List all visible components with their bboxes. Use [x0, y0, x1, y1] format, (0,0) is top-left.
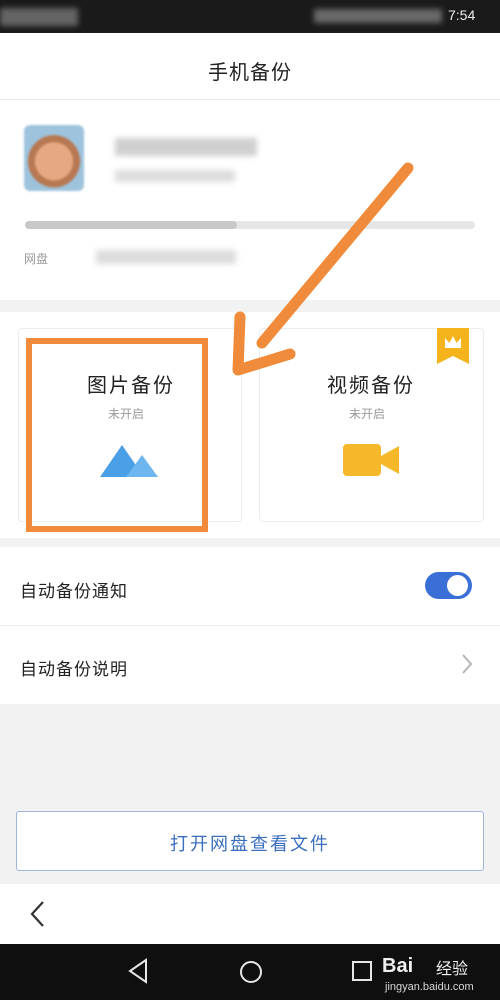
system-recents-icon[interactable] [351, 960, 373, 982]
status-icons-blurred [314, 9, 442, 23]
page-title: 手机备份 [208, 60, 292, 84]
video-backup-title: 视频备份 [327, 373, 415, 397]
status-time: 7:54 [448, 7, 476, 23]
storage-quota-label: 网盘 [24, 252, 49, 266]
system-home-icon[interactable] [238, 959, 264, 985]
open-netdisk-button-label: 打开网盘查看文件 [170, 834, 330, 855]
storage-quota-fill [25, 221, 237, 229]
watermark-url: jingyan.baidu.com [385, 981, 474, 993]
back-arrow-icon[interactable] [26, 900, 50, 928]
video-backup-status: 未开启 [349, 407, 386, 421]
avatar [24, 125, 84, 191]
chevron-right-icon [462, 654, 473, 674]
auto-backup-notify-label: 自动备份通知 [20, 582, 128, 602]
account-subinfo-blurred [115, 170, 235, 182]
watermark-brand: Bai [382, 955, 414, 977]
toggle-knob [447, 575, 468, 596]
storage-quota-value-blurred [96, 250, 236, 264]
username-blurred [115, 138, 257, 156]
watermark-sub: 经验 [436, 959, 469, 978]
carrier-info-blurred [0, 8, 78, 26]
auto-backup-info-label: 自动备份说明 [20, 660, 128, 680]
highlight-box [26, 338, 208, 532]
vip-crown-icon [437, 328, 469, 364]
system-back-icon[interactable] [126, 958, 150, 984]
video-camera-icon [343, 444, 399, 476]
bottom-toolbar [0, 884, 500, 944]
